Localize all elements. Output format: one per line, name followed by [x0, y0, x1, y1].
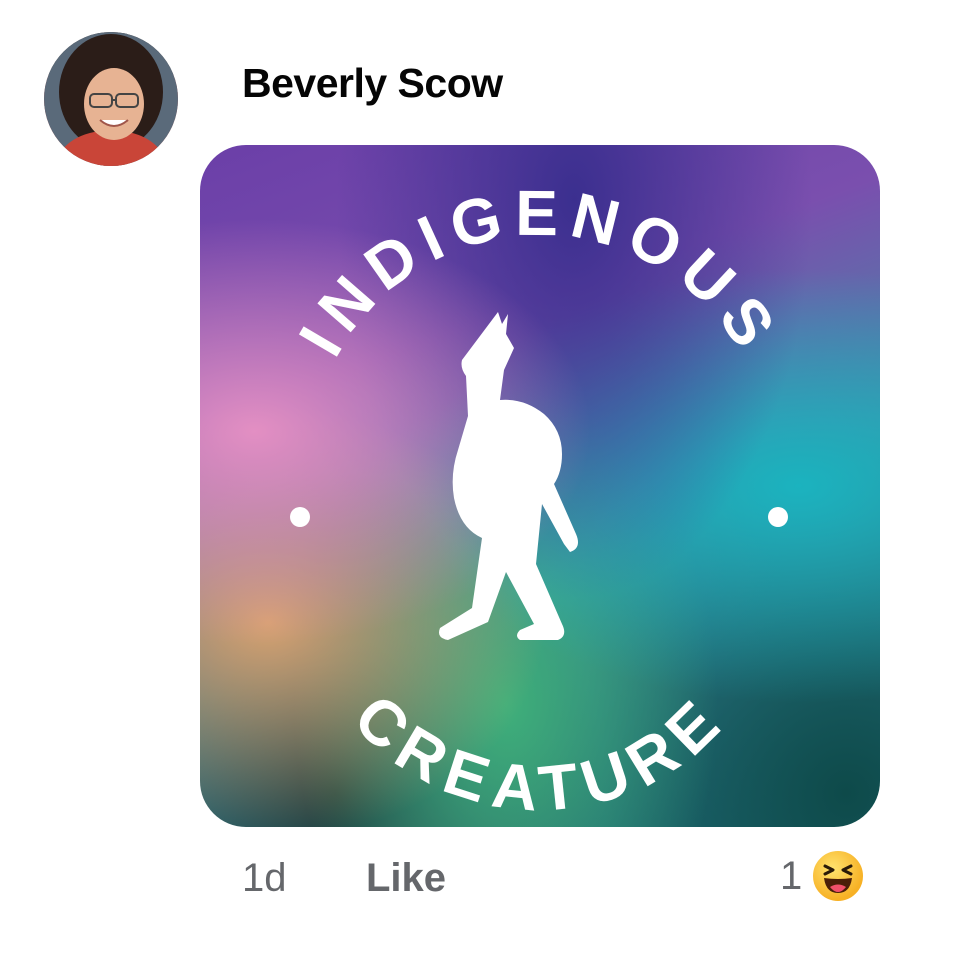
comment-image[interactable]: INDIGENOUS CREATURE — [200, 145, 880, 827]
logo-text-top: INDIGENOUS — [285, 177, 785, 368]
avatar[interactable] — [44, 32, 178, 166]
indigenous-creature-logo: INDIGENOUS CREATURE — [285, 177, 795, 825]
reaction-count: 1 — [780, 853, 803, 898]
svg-text:CREATURE: CREATURE — [340, 680, 739, 825]
svg-text:INDIGENOUS: INDIGENOUS — [285, 177, 795, 368]
comment: Beverly Scow INDIGENOUS CREATURE 1d Like… — [0, 0, 980, 962]
comment-author[interactable]: Beverly Scow — [242, 60, 503, 107]
logo-dot-right — [768, 507, 788, 527]
comment-timestamp[interactable]: 1d — [242, 856, 287, 901]
haha-reaction-icon — [810, 848, 867, 904]
reaction-summary[interactable]: 1 — [780, 846, 867, 906]
logo-dot-left — [290, 507, 310, 527]
bigfoot-silhouette-icon — [439, 312, 578, 640]
logo-text-bottom: CREATURE — [340, 680, 729, 825]
avatar-photo — [44, 32, 178, 166]
like-button[interactable]: Like — [366, 856, 446, 901]
